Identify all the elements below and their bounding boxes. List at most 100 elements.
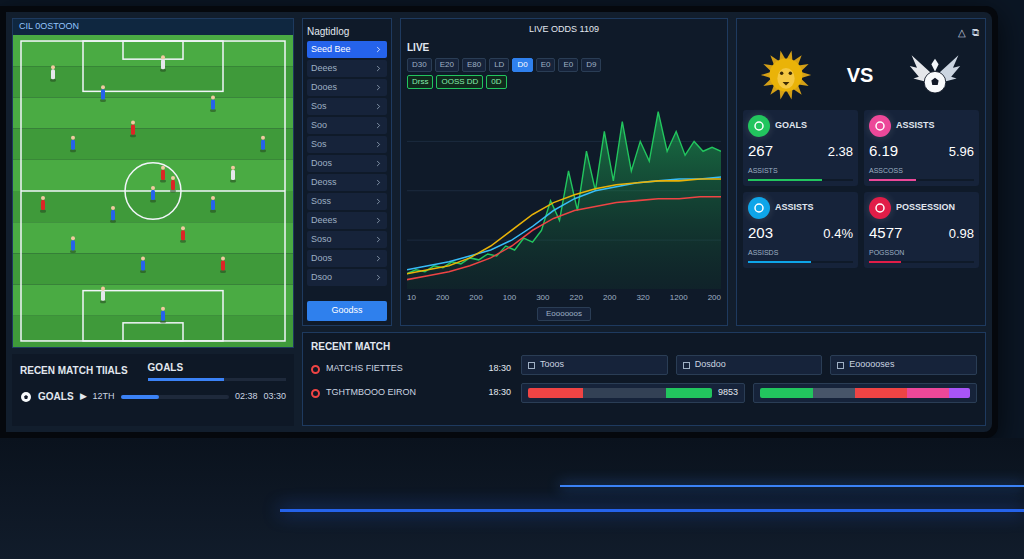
recent-matches: RECENT MATCH MATCHS FIETTES18:30 TGHTMBOOO… [311,339,511,419]
stat-badge-icon [869,197,891,219]
corner-icons: △⧉ [743,25,979,40]
stat-card: ASSISTS2030.4%ASSISDS [743,192,858,268]
x-tick: 200 [436,292,449,304]
stat-bar-fill [748,179,822,181]
goals-tab[interactable]: GOALS [148,360,286,381]
chart-badge[interactable]: 0D [486,75,506,89]
recent-cell[interactable]: Tooos [521,355,668,375]
nav-item[interactable]: Seed Bee [307,41,387,58]
desk [0,438,1024,559]
recent-meter: 9853 [521,383,745,403]
stat-secondary: 0.98 [949,224,974,244]
nav-item[interactable]: Sos [307,136,387,153]
bar-segment [813,388,855,398]
stat-secondary: 5.96 [949,142,974,162]
chart-footer-button[interactable]: Eoooooos [537,307,591,321]
x-tick: 200 [708,292,721,304]
recent-match-row[interactable]: TGHTMBOOO EIRON18:30 [311,384,511,402]
chevron-icon [374,254,383,263]
stat-bar-fill [748,261,811,263]
recent-strip: RECENT MATCH MATCHS FIETTES18:30 TGHTMBOOO… [302,332,986,426]
desk-glow-line [560,485,1024,487]
nav-item[interactable]: Dsoo [307,269,387,286]
stat-sub: POGSSON [869,248,974,259]
chart-tab[interactable]: E0 [536,58,556,72]
stat-sub: ASSCOSS [869,166,974,177]
stat-label: ASSISTS [896,119,935,133]
x-tick: 1200 [670,292,688,304]
section-row: RECEN MATCH TIIALSGOALS [20,360,286,381]
chart-title: LIVE ODDS 1109 [407,23,721,37]
playback-fill [121,395,159,399]
bar-segment [760,388,813,398]
chart-label: LIVE [407,40,721,55]
chart-tab[interactable]: E80 [462,58,486,72]
chevron-icon [374,216,383,225]
nav-button[interactable]: Goodss [307,301,387,321]
chevron-icon [374,64,383,73]
pitch-header: CIL 0OSTOON [13,19,293,35]
nav-item[interactable]: Doos [307,155,387,172]
nav-item[interactable]: Dooes [307,79,387,96]
stat-sub: ASSISDS [748,248,853,259]
chart-badges: DrssOOSS DD0D [407,75,721,89]
stat-value: 267 [748,140,773,163]
chart-tab[interactable]: D0 [512,58,532,72]
tab-progress-fill [148,378,224,381]
chevron-icon [374,235,383,244]
recent-details: Tooos Dosdoo Eoooooses 9853 [521,339,977,419]
stat-card: GOALS2672.38ASSISTS [743,110,858,186]
nav-item[interactable]: Doos [307,250,387,267]
corner-icon[interactable]: △ [958,25,966,40]
desk-glow-line [280,509,1024,512]
stat-bar-fill [869,179,916,181]
screen: CIL 0OSTOON RECEN MATCH TIIALSGOALSGOALS ▶… [6,12,992,432]
recent-title: RECENT MATCH [311,339,511,354]
chart-badge[interactable]: OOSS DD [436,75,483,89]
stat-badge-icon [748,115,770,137]
recent-meter [753,383,977,403]
chart-tab[interactable]: D30 [407,58,432,72]
nav-item[interactable]: Soo [307,117,387,134]
pitch-controls: RECEN MATCH TIIALSGOALSGOALS▶12TH02:3803… [12,354,294,426]
chevron-icon [374,159,383,168]
cell-square-icon [837,362,844,369]
nav-item[interactable]: Sos [307,98,387,115]
match-time: 18:30 [488,362,511,376]
chart-tab[interactable]: D9 [581,58,601,72]
scene: CIL 0OSTOON RECEN MATCH TIIALSGOALSGOALS ▶… [0,0,1024,559]
chart-panel: LIVE ODDS 1109LIVED30E20E80LDD0E0E0D9Drs… [400,18,728,326]
nav-item[interactable]: Soss [307,193,387,210]
stat-label: POSSESSION [896,201,955,215]
chart-tab[interactable]: E0 [558,58,578,72]
stat-value: 203 [748,222,773,245]
nav-item[interactable]: Deoss [307,174,387,191]
x-tick: 10 [407,292,416,304]
nav-item[interactable]: Deees [307,212,387,229]
nav-title: Nagtidlog [307,23,387,39]
match-name: TGHTMBOOO EIRON [326,386,482,400]
bar-segment [528,388,583,398]
corner-icon[interactable]: ⧉ [972,25,979,40]
recent-cell[interactable]: Dosdoo [676,355,823,375]
recent-cell[interactable]: Eoooooses [830,355,977,375]
cell-square-icon [683,362,690,369]
chevron-icon [374,102,383,111]
bar-segment [855,388,908,398]
nav-item[interactable]: Soso [307,231,387,248]
recent-match-row[interactable]: MATCHS FIETTES18:30 [311,360,511,378]
meter-value: 9853 [718,386,738,400]
play-button[interactable]: ▶ [80,390,87,404]
chevron-icon [374,140,383,149]
chart-tab[interactable]: E20 [435,58,459,72]
stat-bar-fill [869,261,901,263]
teams-row: VS [743,48,979,102]
chart-badge[interactable]: Drss [407,75,433,89]
nav-panel: Nagtidlog Seed Bee Deees Dooes Sos Soo Sos Doos… [302,18,392,326]
playback-track[interactable] [121,395,229,399]
chart-tabs: D30E20E80LDD0E0E0D9 [407,58,721,72]
chart-tab[interactable]: LD [489,58,509,72]
x-tick: 200 [603,292,616,304]
stat-card: ASSISTS6.195.96ASSCOSS [864,110,979,186]
nav-item[interactable]: Deees [307,60,387,77]
